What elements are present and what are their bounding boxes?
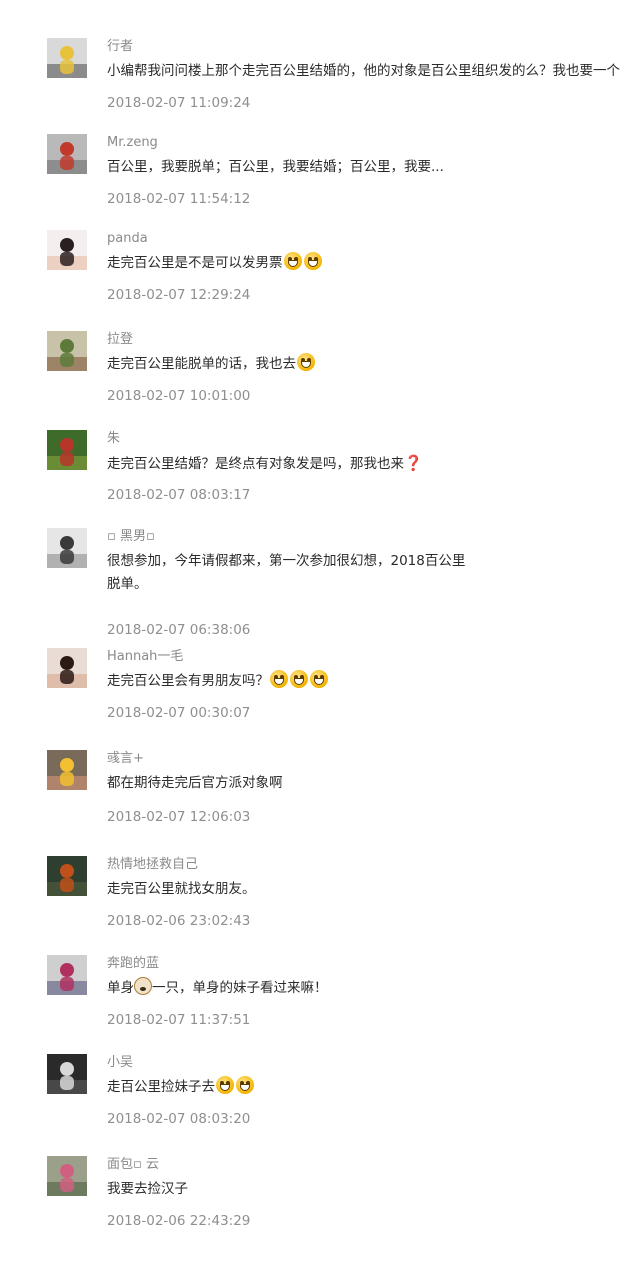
user-avatar[interactable] <box>47 38 87 78</box>
comment-timestamp: 2018-02-07 00:30:07 <box>107 705 251 721</box>
comment-nickname[interactable]: 朱 <box>107 430 120 448</box>
comment-timestamp: 2018-02-07 11:09:24 <box>107 95 251 111</box>
comment-text: 我要去捡汉子 <box>107 1178 188 1201</box>
comment-text-segment: 一只，单身的妹子看过来嘛！ <box>152 980 328 996</box>
comment-text-line: 脱单。 <box>107 576 148 592</box>
comment-timestamp: 2018-02-07 10:01:00 <box>107 388 251 404</box>
comment-text-line: 走完百公里是不是可以发男票 <box>107 255 283 271</box>
comment-text-line: 走百公里捡妹子去 <box>107 1079 215 1095</box>
grin-emoji-icon <box>303 252 322 270</box>
grin-emoji-icon <box>310 670 328 688</box>
user-avatar[interactable] <box>47 750 87 790</box>
user-avatar[interactable] <box>47 528 87 568</box>
comment-text: 走完百公里就找女朋友。 <box>107 878 256 901</box>
comment-nickname[interactable]: ▫ 黑男▫ <box>107 528 155 546</box>
grin-emoji-icon <box>236 1076 254 1094</box>
grin-emoji-icon <box>290 670 308 688</box>
comment-timestamp: 2018-02-07 08:03:17 <box>107 487 251 503</box>
comment-timestamp: 2018-02-07 11:37:51 <box>107 1012 251 1028</box>
comment-nickname[interactable]: 彧言+ <box>107 750 144 768</box>
comment-text: 走完百公里能脱单的话，我也去 <box>107 353 316 376</box>
comment-nickname[interactable]: 行者 <box>107 38 133 56</box>
comment-text: 都在期待走完后官方派对象啊 <box>107 772 283 795</box>
user-avatar[interactable] <box>47 331 87 371</box>
comment-text: 单身 一只，单身的妹子看过来嘛！ <box>107 977 328 1000</box>
comment-text-line: 小编帮我问问楼上那个走完百公里结婚的，他的对象是百公里组织发的么？我也要一个 <box>107 63 620 79</box>
comment-text-line: 百公里，我要脱单；百公里，我要结婚；百公里，我要... <box>107 159 444 175</box>
comment-text: 百公里，我要脱单；百公里，我要结婚；百公里，我要... <box>107 156 444 179</box>
comment-text-line: 走完百公里能脱单的话，我也去 <box>107 356 296 372</box>
comment-nickname[interactable]: 面包▫ 云 <box>107 1156 159 1174</box>
user-avatar[interactable] <box>47 648 87 688</box>
comment-nickname[interactable]: 拉登 <box>107 331 133 349</box>
comment-timestamp: 2018-02-07 11:54:12 <box>107 191 251 207</box>
comment-text: 走百公里捡妹子去 <box>107 1076 255 1099</box>
comment-text: 走完百公里是不是可以发男票 <box>107 252 323 275</box>
comment-timestamp: 2018-02-07 12:06:03 <box>107 809 251 825</box>
comment-timestamp: 2018-02-07 12:29:24 <box>107 287 251 303</box>
comment-text-line: 走完百公里会有男朋友吗？ <box>107 673 269 689</box>
comment-timestamp: 2018-02-07 08:03:20 <box>107 1111 251 1127</box>
comment-text-line: 走完百公里就找女朋友。 <box>107 881 256 897</box>
grin-emoji-icon <box>297 353 315 371</box>
comment-timestamp: 2018-02-06 22:43:29 <box>107 1213 251 1229</box>
grin-emoji-icon <box>270 670 288 688</box>
comment-text: 很想参加，今年请假都来，第一次参加很幻想，2018百公里 脱单。 <box>107 550 465 596</box>
comment-timestamp: 2018-02-07 06:38:06 <box>107 622 251 638</box>
comment-nickname[interactable]: Mr.zeng <box>107 134 158 152</box>
comment-timestamp: 2018-02-06 23:02:43 <box>107 913 251 929</box>
user-avatar[interactable] <box>47 1054 87 1094</box>
question-mark-icon: ❓ <box>404 454 423 472</box>
dog-emoji-icon <box>134 977 152 995</box>
comment-text: 小编帮我问问楼上那个走完百公里结婚的，他的对象是百公里组织发的么？我也要一个 <box>107 60 620 83</box>
comment-text-line: 都在期待走完后官方派对象啊 <box>107 775 283 791</box>
comment-text-segment: 单身 <box>107 980 134 996</box>
user-avatar[interactable] <box>47 430 87 470</box>
comment-text-line: 我要去捡汉子 <box>107 1181 188 1197</box>
comment-nickname[interactable]: 小吴 <box>107 1054 133 1072</box>
comment-text: 走完百公里会有男朋友吗？ <box>107 670 329 693</box>
comment-nickname[interactable]: Hannah一毛 <box>107 648 183 666</box>
user-avatar[interactable] <box>47 230 87 270</box>
comment-text-line: 很想参加，今年请假都来，第一次参加很幻想，2018百公里 <box>107 553 466 569</box>
user-avatar[interactable] <box>47 856 87 896</box>
user-avatar[interactable] <box>47 955 87 995</box>
comment-nickname[interactable]: panda <box>107 230 148 248</box>
comment-text: 走完百公里结婚？是终点有对象发是吗，那我也来❓ <box>107 452 423 476</box>
comment-nickname[interactable]: 热情地拯救自己 <box>107 856 198 874</box>
comment-nickname[interactable]: 奔跑的蓝 <box>107 955 159 973</box>
user-avatar[interactable] <box>47 1156 87 1196</box>
grin-emoji-icon <box>216 1076 234 1094</box>
user-avatar[interactable] <box>47 134 87 174</box>
grin-emoji-icon <box>283 252 302 270</box>
comment-text-line: 走完百公里结婚？是终点有对象发是吗，那我也来 <box>107 456 404 472</box>
